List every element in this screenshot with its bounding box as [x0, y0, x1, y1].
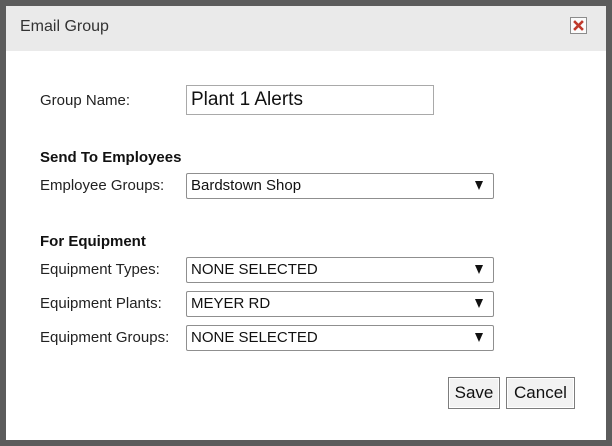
dialog-titlebar: Email Group — [6, 6, 606, 51]
triangle-down-icon — [475, 181, 483, 190]
close-icon — [573, 20, 584, 31]
triangle-down-icon — [475, 299, 483, 308]
equipment-groups-selected-value: NONE SELECTED — [191, 329, 318, 346]
equipment-types-select[interactable]: NONE SELECTED — [186, 257, 494, 283]
equipment-groups-select[interactable]: NONE SELECTED — [186, 325, 494, 351]
equipment-plants-selected-value: MEYER RD — [191, 295, 271, 312]
save-button[interactable]: Save — [448, 377, 500, 409]
triangle-down-icon — [475, 265, 483, 274]
dialog-title: Email Group — [20, 18, 109, 35]
triangle-down-icon — [475, 333, 483, 342]
cancel-button[interactable]: Cancel — [506, 377, 575, 409]
send-to-employees-heading: Send To Employees — [40, 149, 182, 166]
employee-groups-label: Employee Groups: — [40, 177, 165, 194]
equipment-plants-select[interactable]: MEYER RD — [186, 291, 494, 317]
group-name-label: Group Name: — [40, 92, 131, 109]
employee-groups-selected-value: Bardstown Shop — [191, 177, 302, 194]
equipment-types-label: Equipment Types: — [40, 261, 160, 278]
close-button[interactable] — [570, 17, 587, 34]
equipment-plants-label: Equipment Plants: — [40, 295, 162, 312]
email-group-dialog: Email Group Group Name: Send To Employee… — [6, 6, 606, 440]
for-equipment-heading: For Equipment — [40, 233, 146, 250]
equipment-groups-label: Equipment Groups: — [40, 329, 170, 346]
employee-groups-select[interactable]: Bardstown Shop — [186, 173, 494, 199]
equipment-types-selected-value: NONE SELECTED — [191, 261, 318, 278]
group-name-input[interactable] — [186, 85, 434, 115]
